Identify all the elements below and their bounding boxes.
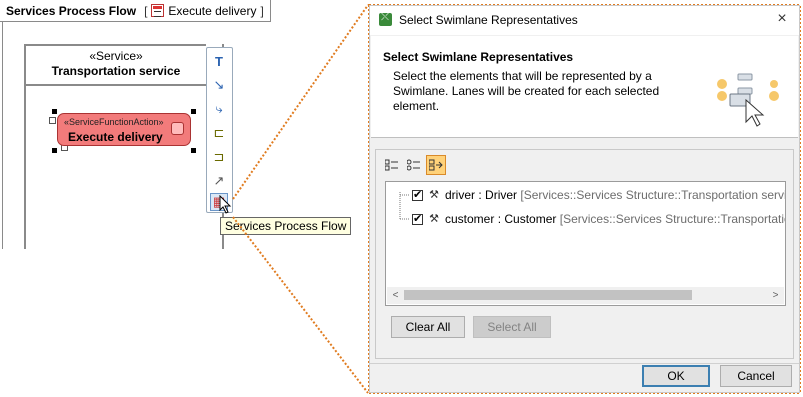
select-all-button[interactable]: Select All: [473, 316, 551, 338]
part-property-icon: ⚒: [429, 213, 439, 225]
tree-connector-lines: [399, 192, 410, 220]
dialog-header: Select Swimlane Representatives Select t…: [371, 36, 798, 138]
item-qualified-name: [Services::Services Structure::Transport…: [520, 188, 786, 202]
swimlane-wizard-icon: [717, 73, 779, 127]
footer-divider: [370, 363, 799, 364]
item-separator: :: [494, 212, 505, 226]
list-item[interactable]: ⚒ customer : Customer [Services::Service…: [412, 210, 786, 228]
item-type: Driver: [485, 188, 518, 202]
header-title: Select Swimlane Representatives: [383, 50, 574, 64]
show-qualified-icon[interactable]: [426, 155, 446, 175]
header-description: Select the elements that will be represe…: [393, 69, 660, 113]
scroll-right-icon[interactable]: >: [768, 288, 783, 303]
cancel-button[interactable]: Cancel: [720, 365, 792, 387]
list-item[interactable]: ⚒ driver : Driver [Services::Services St…: [412, 186, 786, 204]
app-icon: [379, 12, 392, 26]
expand-tree-icon[interactable]: [382, 155, 402, 175]
collapse-tree-icon[interactable]: [404, 155, 424, 175]
select-swimlane-dialog: Select Swimlane Representatives × Select…: [369, 5, 800, 393]
dialog-titlebar[interactable]: Select Swimlane Representatives ×: [370, 6, 799, 35]
dialog-title: Select Swimlane Representatives: [399, 13, 578, 27]
item-name: customer: [445, 212, 495, 226]
item-name: driver: [445, 188, 476, 202]
item-type: Customer: [504, 212, 557, 226]
item-checkbox[interactable]: [412, 188, 423, 201]
ok-button[interactable]: OK: [642, 365, 710, 387]
item-separator: :: [475, 188, 486, 202]
horizontal-scrollbar[interactable]: < >: [387, 287, 784, 304]
item-qualified-name: [Services::Services Structure::Transport…: [559, 212, 786, 226]
elements-tree[interactable]: ⚒ driver : Driver [Services::Services St…: [385, 181, 786, 306]
scrollbar-thumb[interactable]: [404, 290, 692, 300]
clear-all-button[interactable]: Clear All: [391, 316, 465, 338]
close-icon[interactable]: ×: [773, 10, 791, 28]
scroll-left-icon[interactable]: <: [388, 288, 403, 303]
part-property-icon: ⚒: [429, 189, 439, 201]
representatives-group: ⚒ driver : Driver [Services::Services St…: [375, 149, 794, 359]
item-checkbox[interactable]: [412, 212, 423, 225]
